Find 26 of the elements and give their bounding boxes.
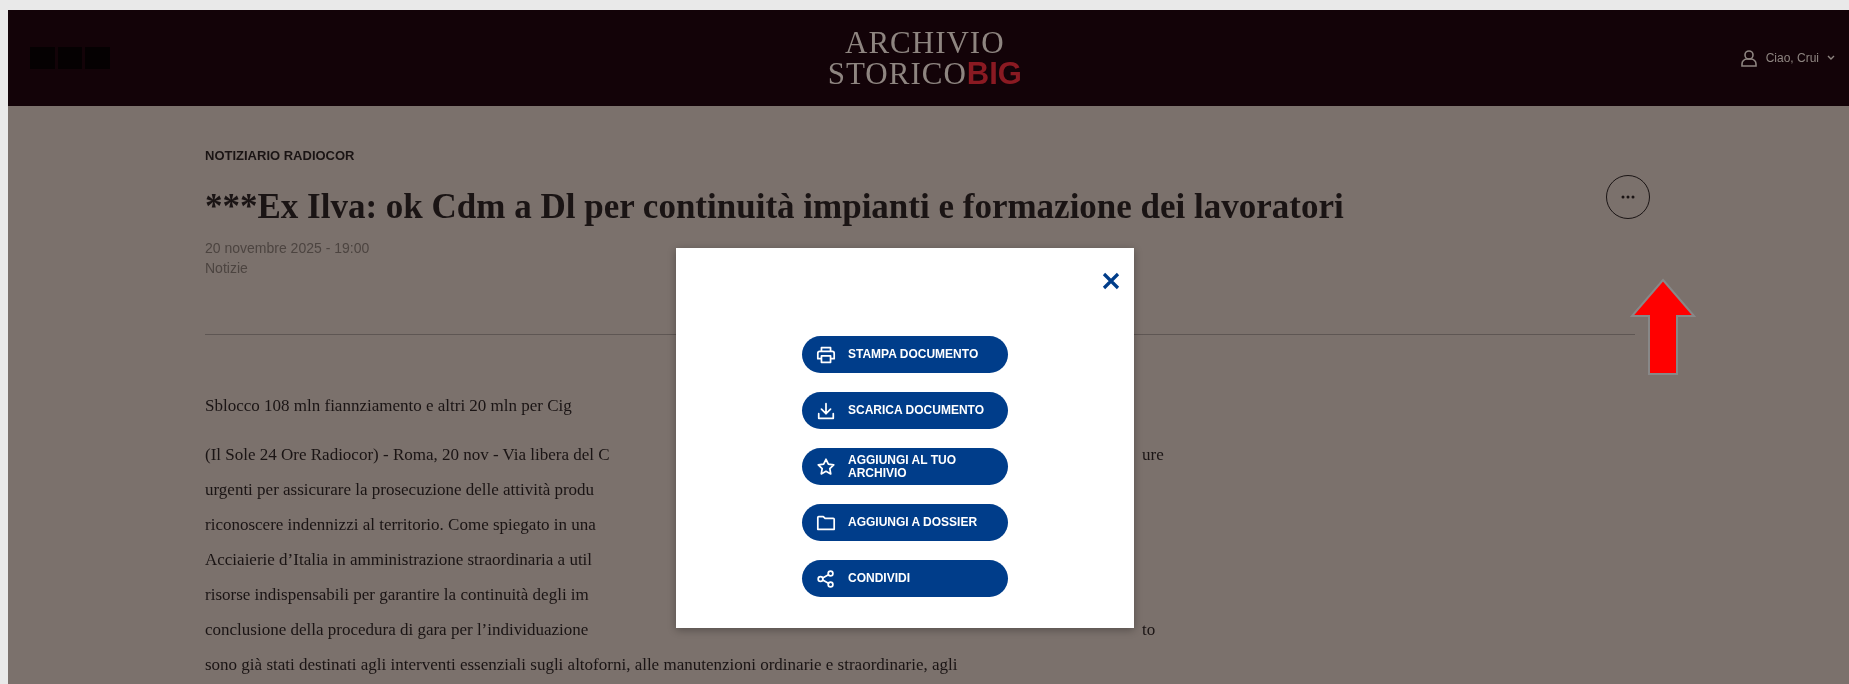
chevron-icon[interactable] [1827,55,1835,61]
section-label: NOTIZIARIO RADIOCOR [205,147,356,165]
dots-icon [1621,194,1635,199]
printer-icon [816,344,836,365]
share-icon [816,568,836,589]
action-button[interactable]: AGGIUNGI A DOSSIER [802,504,1008,541]
action-button[interactable]: AGGIUNGI AL TUO ARCHIVIO [802,448,1008,485]
paragraph-text: conclusione della procedura di gara per l’individuazione [205,618,590,641]
logo[interactable]: ARCHIVIO STORICOBIG [827,27,1022,89]
article-subtitle: Sblocco 108 mln fiannziamento e altri 20 mln per Cig [205,395,572,418]
paragraph-text: urgenti per assicurare la prosecuzione delle attività produ [205,478,596,501]
download-icon [816,400,836,421]
star-icon [816,456,836,477]
action-button[interactable]: SCARICA DOCUMENTO [802,392,1008,429]
paragraph-text: risorse indispensabili per garantire la continuità degli im [205,583,590,606]
paragraph-text: sono già stati destinati agli interventi essenziali sugli altoforni, alle manutenzioni ordinarie e straordinarie, agli [205,653,959,676]
paragraph-text: ure [1142,443,1165,466]
paragraph-text: riconoscere indennizzi al territorio. Come spiegato in una [205,513,597,536]
paragraph-text: (Il Sole 24 Ore Radiocor) - Roma, 20 nov - Via libera del C [205,443,611,466]
action-button[interactable]: CONDIVIDI [802,560,1008,597]
user-icon[interactable] [1739,49,1758,67]
user-menu[interactable]: Ciao, Crui [1765,49,1819,67]
action-button[interactable]: STAMPA DOCUMENTO [802,336,1008,373]
paragraph-text: Acciaierie d’Italia in amministrazione straordinaria a util [205,548,594,571]
article-title: ***Ex Ilva: ok Cdm a Dl per continuità impianti e formazione dei lavoratori [205,185,1344,228]
paragraph-text: to [1142,618,1157,641]
